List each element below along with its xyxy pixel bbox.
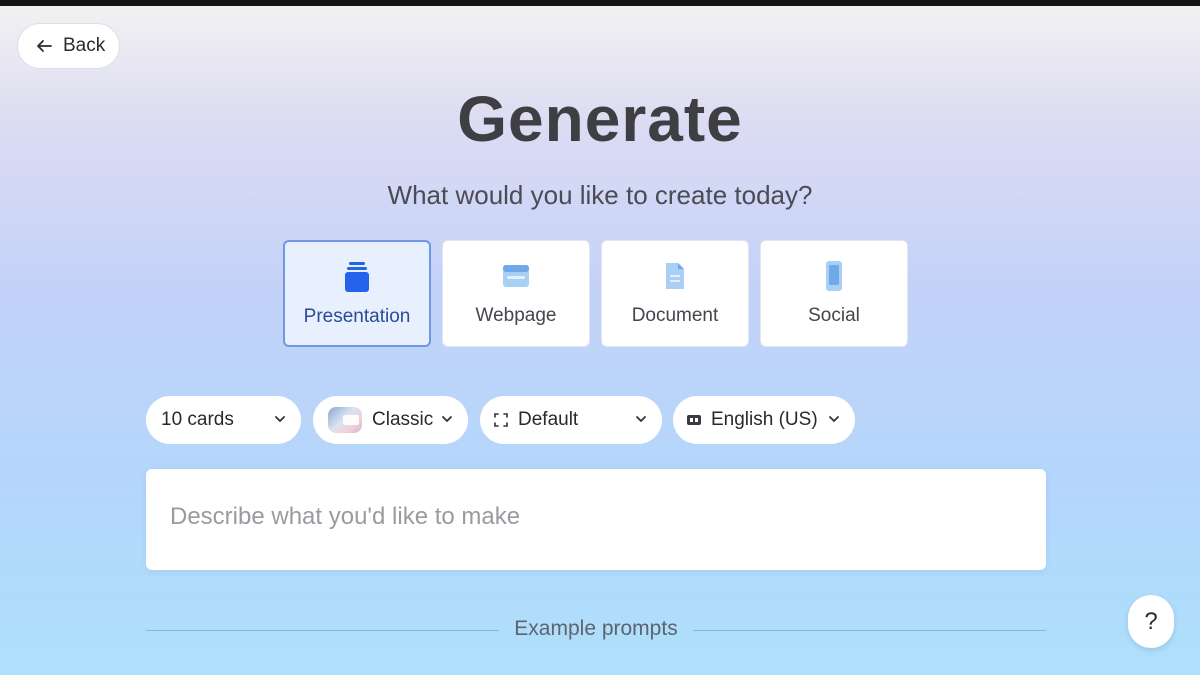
- type-label-social: Social: [808, 305, 860, 326]
- type-card-document[interactable]: Document: [601, 240, 749, 347]
- divider-left: [146, 630, 499, 631]
- webpage-icon: [500, 259, 532, 293]
- chevron-down-icon: [829, 416, 839, 422]
- example-prompts-label: Example prompts: [514, 617, 678, 640]
- layout-value: Default: [518, 409, 579, 430]
- document-icon: [659, 259, 691, 293]
- type-label-presentation: Presentation: [303, 306, 411, 327]
- generation-options: 10 cards Classic Default English (US): [146, 396, 866, 444]
- type-card-presentation[interactable]: Presentation: [283, 240, 431, 347]
- chevron-down-icon: [442, 416, 452, 422]
- page-subtitle: What would you like to create today?: [387, 180, 813, 210]
- card-count-dropdown[interactable]: 10 cards: [146, 396, 301, 444]
- presentation-icon: [341, 260, 373, 294]
- language-dropdown[interactable]: English (US): [673, 396, 855, 444]
- page-title: Generate: [457, 83, 743, 155]
- chevron-down-icon: [275, 416, 285, 422]
- card-count-value: 10 cards: [161, 409, 234, 430]
- translate-icon: [687, 415, 701, 425]
- back-button[interactable]: Back: [17, 23, 120, 69]
- theme-dropdown[interactable]: Classic: [313, 396, 468, 444]
- arrow-left-icon: [37, 40, 52, 52]
- theme-value: Classic: [372, 409, 434, 430]
- type-card-social[interactable]: Social: [760, 240, 908, 347]
- aspect-ratio-icon: [494, 413, 508, 427]
- theme-thumbnail: [328, 407, 362, 433]
- layout-dropdown[interactable]: Default: [480, 396, 662, 444]
- language-value: English (US): [711, 409, 818, 430]
- type-label-webpage: Webpage: [475, 305, 557, 326]
- prompt-input[interactable]: Describe what you'd like to make: [146, 469, 1046, 570]
- social-icon: [818, 259, 850, 293]
- divider-right: [693, 630, 1046, 631]
- back-label: Back: [63, 35, 106, 56]
- top-bar: [0, 0, 1200, 6]
- type-card-webpage[interactable]: Webpage: [442, 240, 590, 347]
- help-button[interactable]: ?: [1128, 595, 1174, 648]
- type-label-document: Document: [631, 305, 719, 326]
- chevron-down-icon: [636, 416, 646, 422]
- content-type-selector: Presentation Webpage Document Social: [283, 240, 908, 347]
